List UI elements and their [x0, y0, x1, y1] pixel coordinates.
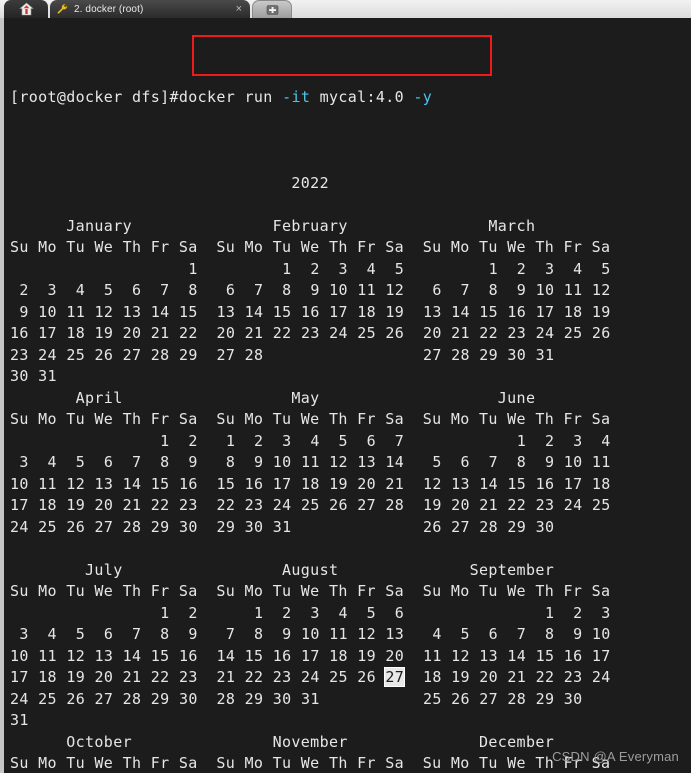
calendar-week-row: 10 11 12 13 14 15 16 14 15 16 17 18 19 2… — [10, 646, 611, 665]
calendar-week-row: 3 4 5 6 7 8 9 7 8 9 10 11 12 13 4 5 6 7 … — [10, 625, 611, 643]
command-text-2: mycal:4.0 — [310, 87, 414, 106]
calendar-week-row: 23 24 25 26 27 28 29 27 28 27 28 29 30 3… — [10, 345, 555, 364]
shell-prompt: [root@docker dfs]# — [10, 87, 179, 106]
tab-label: 2. docker (root) — [74, 3, 144, 15]
terminal-tab-docker[interactable]: 2. docker (root) × — [50, 0, 250, 18]
wrench-icon — [56, 3, 69, 15]
calendar-output: 2022 January February March Su Mo Tu We … — [10, 173, 691, 773]
home-tab[interactable] — [4, 0, 48, 18]
calendar-week-row: 17 18 19 20 21 22 23 21 22 23 24 25 26 2… — [10, 667, 611, 687]
calendar-weekday-header: Su Mo Tu We Th Fr Sa Su Mo Tu We Th Fr S… — [10, 410, 611, 428]
calendar-month-names: July August September — [10, 560, 611, 579]
calendar-spacer — [10, 194, 691, 216]
calendar-week-row: 9 10 11 12 13 14 15 13 14 15 16 17 18 19… — [10, 302, 611, 321]
watermark: CSDN @A Everyman — [552, 749, 679, 764]
calendar-week-row: 30 31 — [10, 367, 57, 385]
calendar-weekday-header: Su Mo Tu We Th Fr Sa Su Mo Tu We Th Fr S… — [10, 582, 611, 600]
command-flag-it: -it — [282, 87, 311, 106]
calendar-week-row: 3 4 5 6 7 8 9 8 9 10 11 12 13 14 5 6 7 8… — [10, 453, 611, 471]
calendar-week-row: 1 2 1 2 3 4 5 6 7 1 2 3 4 — [150, 431, 611, 450]
terminal-screen[interactable]: [root@docker dfs]#docker run -it mycal:4… — [4, 18, 691, 773]
command-line: [root@docker dfs]#docker run -it mycal:4… — [10, 87, 691, 109]
plus-icon — [266, 4, 279, 16]
calendar-year: 2022 — [10, 173, 611, 192]
command-flag-y: -y — [413, 87, 433, 106]
tab-bar: 2. docker (root) × — [0, 0, 691, 18]
calendar-week-row: 2 3 4 5 6 7 8 6 7 8 9 10 11 12 6 7 8 9 1… — [10, 281, 611, 299]
home-icon — [18, 2, 34, 16]
calendar-week-row: 24 25 26 27 28 29 30 29 30 31 26 27 28 2… — [10, 517, 555, 536]
calendar-week-row: 17 18 19 20 21 22 23 22 23 24 25 26 27 2… — [10, 496, 611, 514]
command-text-1: docker run — [178, 87, 283, 106]
calendar-weekday-header: Su Mo Tu We Th Fr Sa Su Mo Tu We Th Fr S… — [10, 238, 611, 256]
calendar-week-row: 1 2 1 2 3 4 5 6 1 2 3 — [150, 603, 611, 622]
calendar-week-row: 10 11 12 13 14 15 16 15 16 17 18 19 20 2… — [10, 474, 611, 493]
calendar-week-row — [10, 538, 691, 560]
calendar-month-names: April May June — [10, 388, 611, 407]
calendar-month-names: January February March — [10, 216, 611, 235]
calendar-week-row: 31 — [10, 711, 29, 729]
terminal-window[interactable]: [root@docker dfs]#docker run -it mycal:4… — [0, 18, 691, 773]
close-icon[interactable]: × — [208, 3, 248, 15]
calendar-today-cell: 27 — [384, 667, 406, 687]
calendar-week-row: 24 25 26 27 28 29 30 28 29 30 31 25 26 2… — [10, 689, 583, 708]
calendar-week-row: 16 17 18 19 20 21 22 20 21 22 23 24 25 2… — [10, 324, 611, 342]
calendar-week-row: 1 1 2 3 4 5 1 2 3 4 5 — [178, 259, 611, 278]
new-tab-button[interactable] — [252, 0, 292, 18]
